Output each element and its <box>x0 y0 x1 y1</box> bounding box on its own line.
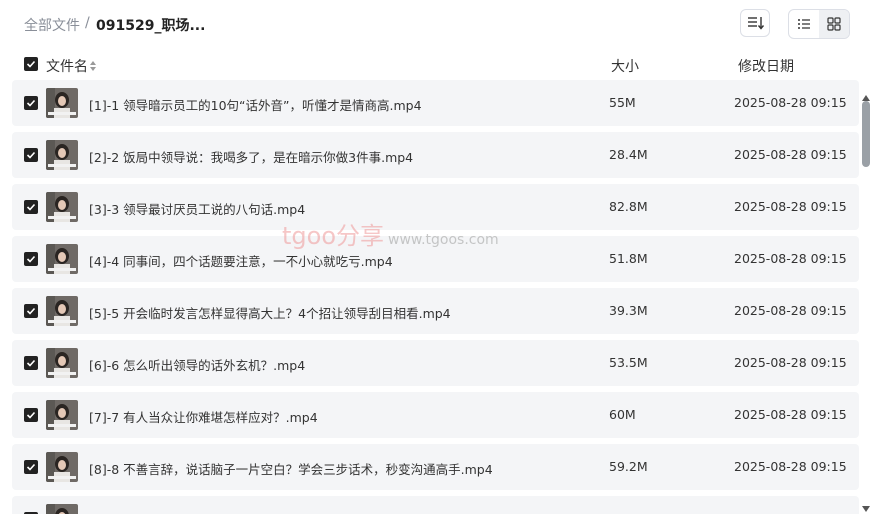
file-date: 2025-08-28 09:15 <box>734 303 847 318</box>
file-name[interactable]: [8]-8 不善言辞，说话脑子一片空白？学会三步话术，秒变沟通高手.mp4 <box>89 459 493 478</box>
video-thumbnail <box>46 400 78 430</box>
file-size: 60M <box>609 407 636 422</box>
list-view-button[interactable] <box>789 10 819 38</box>
file-list: [1]-1 领导暗示员工的10句“话外音”，听懂才是情商高.mp4 55M 20… <box>12 80 859 514</box>
column-header-size: 大小 <box>611 59 639 75</box>
file-date: 2025-08-28 09:15 <box>734 459 847 474</box>
file-row[interactable] <box>12 496 859 514</box>
row-checkbox[interactable] <box>24 304 38 318</box>
video-thumbnail <box>46 192 78 222</box>
file-row[interactable]: [1]-1 领导暗示员工的10句“话外音”，听懂才是情商高.mp4 55M 20… <box>12 80 859 126</box>
file-row[interactable]: [2]-2 饭局中领导说：我喝多了，是在暗示你做3件事.mp4 28.4M 20… <box>12 132 859 178</box>
list-icon <box>798 19 810 29</box>
sort-icon <box>748 17 765 30</box>
video-thumbnail <box>46 88 78 118</box>
grid-view-button[interactable] <box>819 10 849 38</box>
file-name[interactable]: [1]-1 领导暗示员工的10句“话外音”，听懂才是情商高.mp4 <box>89 95 422 114</box>
grid-icon <box>827 17 841 31</box>
row-checkbox[interactable] <box>24 408 38 422</box>
file-date: 2025-08-28 09:15 <box>734 407 847 422</box>
sort-arrows-icon[interactable] <box>89 57 97 76</box>
file-date: 2025-08-28 09:15 <box>734 199 847 214</box>
row-checkbox[interactable] <box>24 356 38 370</box>
file-size: 28.4M <box>609 147 648 162</box>
sort-button[interactable] <box>740 9 770 37</box>
file-date: 2025-08-28 09:15 <box>734 251 847 266</box>
file-row[interactable]: [6]-6 怎么听出领导的话外玄机？.mp4 53.5M 2025-08-28 … <box>12 340 859 386</box>
file-row[interactable]: [5]-5 开会临时发言怎样显得高大上？4个招让领导刮目相看.mp4 39.3M… <box>12 288 859 334</box>
breadcrumb-current: 091529_职场... <box>96 18 206 34</box>
scroll-down-arrow-icon[interactable] <box>862 498 870 517</box>
select-all-checkbox[interactable] <box>24 57 38 71</box>
scrollbar-thumb[interactable] <box>862 101 870 167</box>
video-thumbnail <box>46 244 78 274</box>
watermark: tgoo分享 www.tgoos.com <box>282 216 499 251</box>
file-date: 2025-08-28 09:15 <box>734 147 847 162</box>
file-size: 55M <box>609 95 636 110</box>
file-name[interactable]: [4]-4 同事间，四个话题要注意，一不小心就吃亏.mp4 <box>89 251 393 270</box>
row-checkbox[interactable] <box>24 200 38 214</box>
file-size: 51.8M <box>609 251 648 266</box>
file-list-header: 文件名 大小 修改日期 <box>0 50 874 78</box>
checkbox-checked-icon <box>24 57 38 71</box>
row-checkbox[interactable] <box>24 252 38 266</box>
top-bar: 全部文件 / 091529_职场... <box>0 0 874 48</box>
file-row[interactable]: [7]-7 有人当众让你难堪怎样应对？.mp4 60M 2025-08-28 0… <box>12 392 859 438</box>
file-size: 53.5M <box>609 355 648 370</box>
file-date: 2025-08-28 09:15 <box>734 355 847 370</box>
view-mode-toggle <box>788 9 850 39</box>
row-checkbox[interactable] <box>24 460 38 474</box>
file-name[interactable]: [2]-2 饭局中领导说：我喝多了，是在暗示你做3件事.mp4 <box>89 147 413 166</box>
file-name[interactable]: [3]-3 领导最讨厌员工说的八句话.mp4 <box>89 199 305 218</box>
vertical-scrollbar[interactable] <box>861 84 871 512</box>
watermark-logo: tgoo分享 <box>282 222 385 250</box>
file-size: 39.3M <box>609 303 648 318</box>
file-row[interactable]: [8]-8 不善言辞，说话脑子一片空白？学会三步话术，秒变沟通高手.mp4 59… <box>12 444 859 490</box>
file-date: 2025-08-28 09:15 <box>734 95 847 110</box>
breadcrumb-separator: / <box>85 15 90 31</box>
column-header-date: 修改日期 <box>738 59 794 75</box>
video-thumbnail <box>46 348 78 378</box>
file-name[interactable]: [7]-7 有人当众让你难堪怎样应对？.mp4 <box>89 407 318 426</box>
row-checkbox[interactable] <box>24 96 38 110</box>
video-thumbnail <box>46 452 78 482</box>
breadcrumb-root[interactable]: 全部文件 <box>24 15 80 35</box>
file-name[interactable]: [6]-6 怎么听出领导的话外玄机？.mp4 <box>89 355 305 374</box>
video-thumbnail <box>46 296 78 326</box>
file-size: 82.8M <box>609 199 648 214</box>
video-thumbnail <box>46 504 78 514</box>
watermark-url: www.tgoos.com <box>388 232 499 248</box>
video-thumbnail <box>46 140 78 170</box>
column-header-name[interactable]: 文件名 <box>46 56 88 76</box>
file-size: 59.2M <box>609 459 648 474</box>
file-name[interactable]: [5]-5 开会临时发言怎样显得高大上？4个招让领导刮目相看.mp4 <box>89 303 451 322</box>
row-checkbox[interactable] <box>24 148 38 162</box>
